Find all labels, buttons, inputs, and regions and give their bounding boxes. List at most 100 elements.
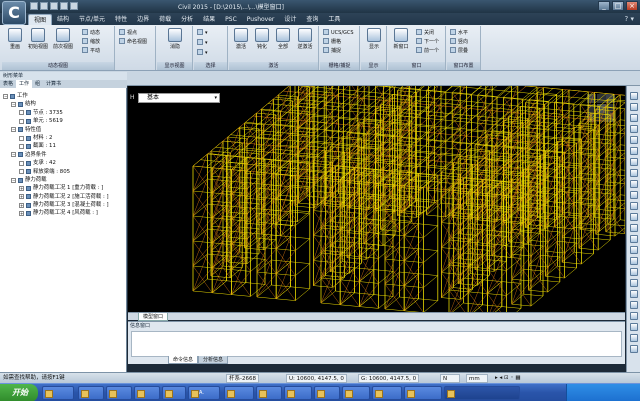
taskbar-item[interactable] [314,386,340,400]
all-button[interactable]: 全部 [272,28,294,56]
taskbar-item[interactable] [162,386,186,400]
redo-icon[interactable] [70,2,78,10]
save-icon[interactable] [50,2,58,10]
tool-icon[interactable] [630,290,638,298]
tool-icon[interactable] [630,92,638,100]
tool-icon[interactable] [630,202,638,210]
tree-item[interactable]: 节点 : 3735 [3,109,125,117]
taskbar-item[interactable] [78,386,104,400]
tool-icon[interactable] [630,169,638,177]
expand-icon[interactable]: + [19,194,24,200]
tab-command-message[interactable]: 命令信息 [168,356,199,364]
tree-item[interactable]: + 静力荷载工况 2 [施工活荷载 : ] [3,193,125,201]
activate-button[interactable]: 激活 [230,28,252,56]
taskbar-item[interactable] [106,386,132,400]
tool-icon[interactable] [630,136,638,144]
expand-icon[interactable]: + [19,185,24,191]
hide-button[interactable]: 消隐 [164,28,186,56]
expand-icon[interactable] [19,110,24,116]
tool-icon[interactable] [630,147,638,155]
status-tools-icon[interactable]: ▸ ◂ ⊡ ◦ ▦ [495,373,521,383]
expand-icon[interactable] [19,135,24,141]
message-output[interactable] [131,331,622,357]
force-unit-select[interactable]: N [440,374,460,383]
menu-tab[interactable]: 节点/单元 [74,14,110,25]
tool-icon[interactable] [630,191,638,199]
select-polygon-button[interactable]: ▾ [197,49,208,57]
taskbar-item[interactable] [256,386,282,400]
inverse-activate-button[interactable]: 逆激活 [294,28,316,56]
tool-icon[interactable] [630,235,638,243]
menu-tab[interactable]: 结果 [198,14,220,25]
menu-tab[interactable]: 荷载 [154,14,176,25]
initial-view-button[interactable]: 初始视图 [27,28,49,56]
previous-view-button[interactable]: 前次视图 [52,28,74,56]
new-file-icon[interactable] [30,2,38,10]
tool-icon[interactable] [630,312,638,320]
minimize-button[interactable]: _ [598,1,610,11]
taskbar-item[interactable] [372,386,402,400]
menu-tab[interactable]: Pushover [242,14,280,25]
expand-icon[interactable]: − [3,93,8,99]
help-icon[interactable]: ? ▾ [625,15,634,23]
tool-icon[interactable] [630,301,638,309]
panel-tab[interactable]: 表格 [0,80,16,88]
taskbar-item[interactable] [134,386,160,400]
start-button[interactable]: 开始 [0,384,38,401]
expand-icon[interactable] [19,118,24,124]
menu-tab[interactable]: 查询 [301,14,323,25]
tool-icon[interactable] [630,279,638,287]
menu-tab[interactable]: 边界 [132,14,154,25]
taskbar-item[interactable] [42,386,74,400]
previous-window-button[interactable]: 前一个 [416,47,439,55]
tree-item[interactable]: + 静力荷载工况 4 [风荷载 : ] [3,209,125,217]
display-button[interactable]: 显示 [363,28,385,56]
tool-icon[interactable] [630,114,638,122]
named-view-button[interactable]: 命名视图 [119,38,147,46]
tab-model-window[interactable]: 模型窗口 [138,313,169,321]
tree-item[interactable]: 支承 : 42 [3,159,125,167]
undo-icon[interactable] [60,2,68,10]
menu-tab[interactable]: 特性 [110,14,132,25]
snap-button[interactable]: 捕捉 [323,47,341,55]
tool-icon[interactable] [630,345,638,353]
tool-icon[interactable] [630,268,638,276]
tool-icon[interactable] [630,334,638,342]
tool-icon[interactable] [630,180,638,188]
viewpoint-button[interactable]: 视点 [119,29,137,37]
tree-item[interactable]: − 结构 [3,100,125,108]
tree-item[interactable]: + 静力荷载工况 1 [重力荷载 : ] [3,184,125,192]
tree-item[interactable]: − 特性值 [3,126,125,134]
open-file-icon[interactable] [40,2,48,10]
expand-icon[interactable]: + [19,211,24,217]
tool-icon[interactable] [630,257,638,265]
taskbar-item[interactable] [444,386,520,400]
taskbar-item[interactable] [224,386,254,400]
tab-analysis-message[interactable]: 分析信息 [198,356,229,364]
tool-icon[interactable] [630,224,638,232]
dynamic-button[interactable]: 动态 [82,29,100,37]
tree-item[interactable]: 截面 : 11 [3,142,125,150]
tree-item[interactable]: − 工作 [3,92,125,100]
expand-icon[interactable]: − [11,127,16,133]
tile-horizontal-button[interactable]: 水平 [450,29,468,37]
zoom-button[interactable]: 缩放 [82,38,100,46]
tool-icon[interactable] [630,158,638,166]
pan-button[interactable]: 平动 [82,47,100,55]
app-logo[interactable]: C [2,1,26,25]
tree-item[interactable]: − 边界条件 [3,151,125,159]
model-viewport[interactable]: H 基本 ▾ [128,86,625,312]
next-window-button[interactable]: 下一个 [416,38,439,46]
grid-button[interactable]: 栅格 [323,38,341,46]
tool-icon[interactable] [630,213,638,221]
menu-tab[interactable]: 分析 [176,14,198,25]
tree-item[interactable]: 释放梁端 : 805 [3,168,125,176]
taskbar-item[interactable]: A. [188,386,220,400]
tree-item[interactable]: 材料 : 2 [3,134,125,142]
tree-item[interactable]: − 静力荷载 [3,176,125,184]
taskbar-item[interactable] [284,386,312,400]
tree-item[interactable]: + 静力荷载工况 3 [混凝土荷载 : ] [3,201,125,209]
taskbar-item[interactable] [404,386,442,400]
select-pointer-button[interactable]: ▾ [197,29,208,37]
menu-tab[interactable]: 设计 [279,14,301,25]
